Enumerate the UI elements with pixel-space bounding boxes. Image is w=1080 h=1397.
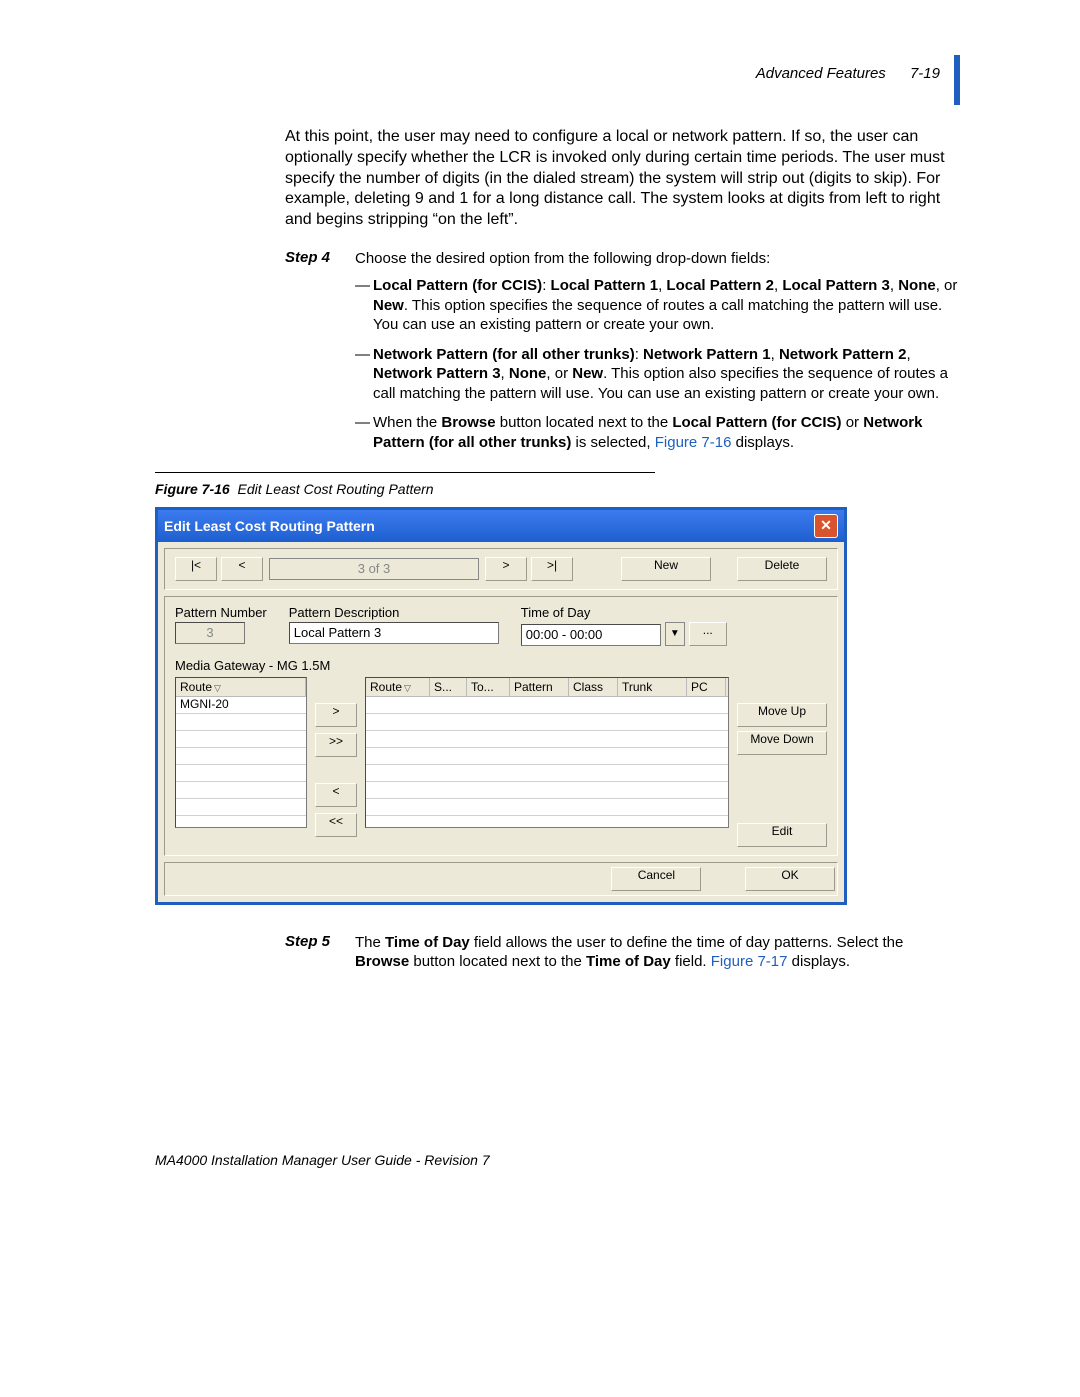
list-item bbox=[366, 765, 728, 782]
list-item bbox=[176, 765, 306, 782]
step4-bullet-2: — Network Pattern (for all other trunks)… bbox=[355, 345, 960, 404]
delete-button[interactable]: Delete bbox=[737, 557, 827, 581]
step-4-text: Choose the desired option from the follo… bbox=[355, 249, 960, 269]
edit-button[interactable]: Edit bbox=[737, 823, 827, 847]
figure-title: Edit Least Cost Routing Pattern bbox=[237, 481, 433, 497]
step4-bullet-3: — When the Browse button located next to… bbox=[355, 413, 960, 452]
list-item bbox=[366, 714, 728, 731]
step-5-label: Step 5 bbox=[285, 933, 355, 972]
dash-icon: — bbox=[355, 413, 373, 452]
figure-caption: Figure 7-16 Edit Least Cost Routing Patt… bbox=[155, 481, 960, 497]
move-up-button[interactable]: Move Up bbox=[737, 703, 827, 727]
available-routes-list[interactable]: Route MGNI-20 bbox=[175, 677, 307, 828]
nav-next-button[interactable]: > bbox=[485, 557, 527, 581]
col-class: Class bbox=[569, 678, 618, 696]
header-section: Advanced Features bbox=[756, 65, 886, 82]
header-page-num: 7-19 bbox=[890, 65, 940, 82]
step-4-label: Step 4 bbox=[285, 249, 355, 269]
time-of-day-label: Time of Day bbox=[521, 605, 727, 620]
pattern-number-field: 3 bbox=[175, 622, 245, 644]
figure-7-17-link[interactable]: Figure 7-17 bbox=[711, 953, 788, 970]
step-4-row: Step 4 Choose the desired option from th… bbox=[285, 249, 960, 269]
pattern-number-label: Pattern Number bbox=[175, 605, 267, 620]
nav-first-button[interactable]: |< bbox=[175, 557, 217, 581]
new-button[interactable]: New bbox=[621, 557, 711, 581]
header-accent-bar bbox=[954, 55, 960, 105]
intro-paragraph: At this point, the user may need to conf… bbox=[285, 127, 960, 231]
nav-section: |< < 3 of 3 > >| New Delete bbox=[164, 548, 838, 590]
figure-rule bbox=[155, 472, 655, 473]
dash-icon: — bbox=[355, 345, 373, 404]
list-item[interactable]: MGNI-20 bbox=[176, 697, 306, 714]
media-gateway-label: Media Gateway - MG 1.5M bbox=[175, 658, 827, 673]
col-to: To... bbox=[467, 678, 510, 696]
dialog-titlebar: Edit Least Cost Routing Pattern ✕ bbox=[158, 510, 844, 542]
add-one-button[interactable]: > bbox=[315, 703, 357, 727]
col-route: Route bbox=[370, 680, 402, 694]
time-of-day-field[interactable]: 00:00 - 00:00 bbox=[521, 624, 661, 646]
list-item bbox=[176, 731, 306, 748]
bullet1-lead: Local Pattern (for CCIS) bbox=[373, 277, 542, 294]
list-item bbox=[176, 714, 306, 731]
left-col-route: Route bbox=[180, 680, 212, 694]
col-pc: PC bbox=[687, 678, 726, 696]
pattern-desc-field[interactable]: Local Pattern 3 bbox=[289, 622, 499, 644]
remove-all-button[interactable]: << bbox=[315, 813, 357, 837]
pattern-desc-label: Pattern Description bbox=[289, 605, 499, 620]
list-item bbox=[366, 731, 728, 748]
dash-icon: — bbox=[355, 276, 373, 335]
figure-number: Figure 7-16 bbox=[155, 481, 230, 497]
page-header: Advanced Features 7-19 bbox=[155, 65, 960, 82]
bullet2-lead: Network Pattern (for all other trunks) bbox=[373, 346, 635, 363]
fields-section: Pattern Number 3 Pattern Description Loc… bbox=[164, 596, 838, 856]
cancel-button[interactable]: Cancel bbox=[611, 867, 701, 891]
ok-button[interactable]: OK bbox=[745, 867, 835, 891]
col-pattern: Pattern bbox=[510, 678, 569, 696]
remove-one-button[interactable]: < bbox=[315, 783, 357, 807]
list-item bbox=[176, 748, 306, 765]
list-item bbox=[366, 799, 728, 816]
add-all-button[interactable]: >> bbox=[315, 733, 357, 757]
chevron-down-icon[interactable]: ▼ bbox=[665, 622, 685, 646]
col-trunk: Trunk bbox=[618, 678, 687, 696]
time-of-day-browse-button[interactable]: ... bbox=[689, 622, 727, 646]
selected-routes-list[interactable]: Route S... To... Pattern Class Trunk PC bbox=[365, 677, 729, 828]
step-5-row: Step 5 The Time of Day field allows the … bbox=[285, 933, 960, 972]
page-footer: MA4000 Installation Manager User Guide -… bbox=[155, 1152, 960, 1168]
col-s: S... bbox=[430, 678, 467, 696]
close-icon[interactable]: ✕ bbox=[814, 514, 838, 538]
list-item bbox=[176, 799, 306, 816]
nav-position: 3 of 3 bbox=[269, 558, 479, 580]
figure-7-16-link[interactable]: Figure 7-16 bbox=[655, 434, 732, 451]
step4-bullet-1: — Local Pattern (for CCIS): Local Patter… bbox=[355, 276, 960, 335]
lcr-dialog: Edit Least Cost Routing Pattern ✕ |< < 3… bbox=[155, 507, 847, 905]
list-item bbox=[176, 782, 306, 799]
move-down-button[interactable]: Move Down bbox=[737, 731, 827, 755]
dialog-title: Edit Least Cost Routing Pattern bbox=[164, 518, 375, 534]
list-item bbox=[366, 748, 728, 765]
dialog-bottom: Cancel OK bbox=[164, 862, 838, 896]
list-item bbox=[366, 697, 728, 714]
nav-last-button[interactable]: >| bbox=[531, 557, 573, 581]
nav-prev-button[interactable]: < bbox=[221, 557, 263, 581]
list-item bbox=[366, 782, 728, 799]
